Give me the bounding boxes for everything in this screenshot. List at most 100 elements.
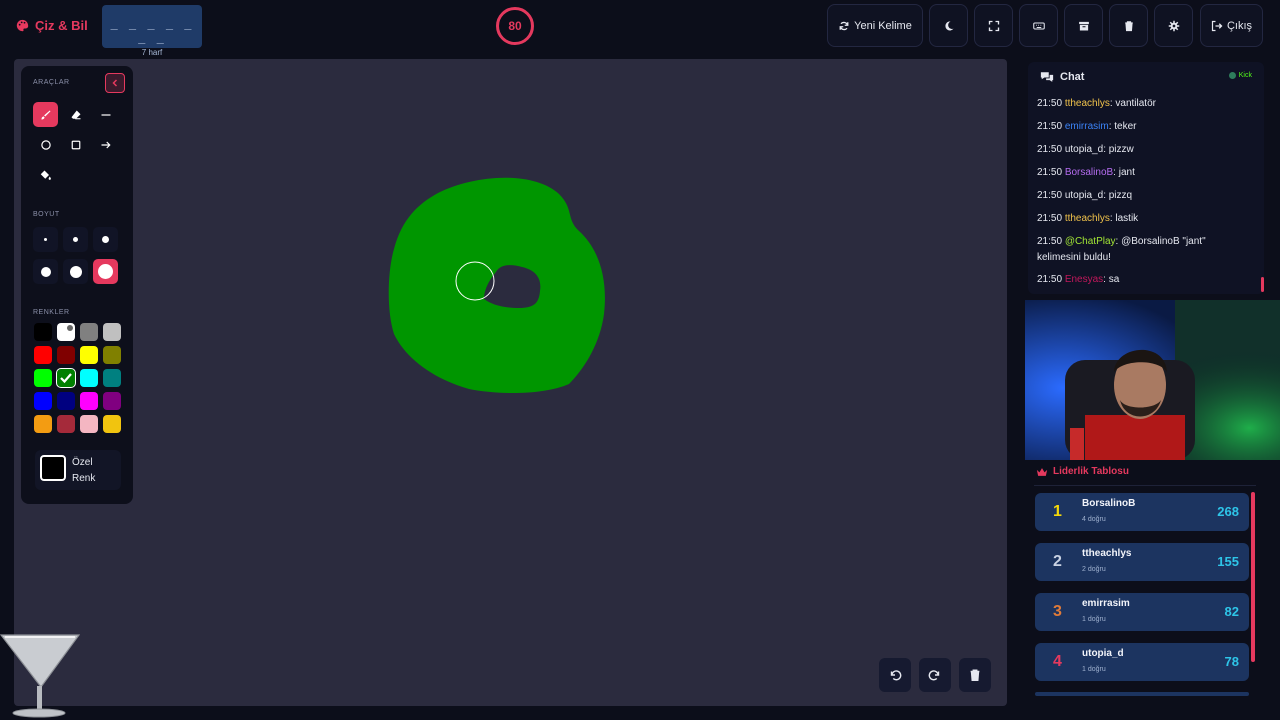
paint-bucket-icon <box>40 170 51 180</box>
leaderboard-player-name: ttheachlys <box>1082 548 1132 559</box>
color-swatch[interactable] <box>80 346 98 364</box>
crown-icon <box>1036 467 1048 476</box>
circle-icon <box>40 139 51 150</box>
color-swatch[interactable] <box>103 392 121 410</box>
redo-button[interactable] <box>919 658 951 692</box>
colors-section-title: RENKLER <box>33 309 70 316</box>
undo-button[interactable] <box>879 658 911 692</box>
size-option-6[interactable] <box>93 259 118 284</box>
chat-message: 21:50 emirrasim: teker <box>1037 119 1247 135</box>
message-text: : pizzq <box>1103 190 1133 201</box>
message-time: 21:50 <box>1037 98 1063 109</box>
brand: Çiz & Bil <box>16 18 88 33</box>
new-word-button[interactable]: Yeni Kelime <box>827 4 923 47</box>
color-swatch[interactable] <box>57 392 75 410</box>
color-swatch[interactable] <box>103 346 121 364</box>
color-swatch[interactable] <box>80 392 98 410</box>
message-username[interactable]: ttheachlys <box>1065 98 1110 109</box>
word-length: 7 harf <box>141 48 163 57</box>
drawing-layer <box>388 177 605 394</box>
color-swatch[interactable] <box>34 415 52 433</box>
color-swatch[interactable] <box>34 323 52 341</box>
custom-color-button[interactable]: Özel Renk <box>35 450 121 490</box>
redo-icon <box>928 670 940 681</box>
rectangle-tool[interactable] <box>63 132 88 157</box>
leaderboard-player-name: emirrasim <box>1082 598 1130 609</box>
tools-section-title: ARAÇLAR <box>33 79 70 86</box>
webcam-feed <box>1025 300 1280 460</box>
chat-message: 21:50 @ChatPlay: @BorsalinoB "jant" keli… <box>1037 234 1247 266</box>
size-option-2[interactable] <box>63 227 88 252</box>
message-username[interactable]: @ChatPlay <box>1065 236 1116 247</box>
leaderboard-row: 4 utopia_d 1 doğru 78 <box>1035 643 1249 681</box>
delete-button[interactable] <box>1109 4 1148 47</box>
eraser-tool[interactable] <box>63 102 88 127</box>
leaderboard-scrollbar[interactable] <box>1251 492 1255 662</box>
color-swatch[interactable] <box>103 369 121 387</box>
size-option-1[interactable] <box>33 227 58 252</box>
leaderboard-rank: 3 <box>1053 603 1062 620</box>
leaderboard-row-partial <box>1035 692 1249 696</box>
color-swatch[interactable] <box>34 369 52 387</box>
size-option-4[interactable] <box>33 259 58 284</box>
message-username[interactable]: Enesyas <box>1065 274 1103 285</box>
message-time: 21:50 <box>1037 274 1063 285</box>
settings-button[interactable] <box>1154 4 1193 47</box>
size-option-3[interactable] <box>93 227 118 252</box>
collapse-panel-button[interactable] <box>105 73 125 93</box>
size-option-5[interactable] <box>63 259 88 284</box>
size-section-title: BOYUT <box>33 211 60 218</box>
fill-tool[interactable] <box>33 162 58 187</box>
leaderboard-correct-count: 1 doğru <box>1082 616 1106 623</box>
brush-icon <box>41 110 50 119</box>
logout-icon <box>1211 20 1223 31</box>
size-dot <box>40 266 51 277</box>
color-swatch[interactable] <box>80 369 98 387</box>
chat-scrollbar[interactable] <box>1261 277 1264 292</box>
message-username[interactable]: BorsalinoB <box>1065 167 1113 178</box>
color-swatch[interactable] <box>57 346 75 364</box>
color-swatch[interactable] <box>56 368 76 388</box>
color-swatch[interactable] <box>103 323 121 341</box>
message-username[interactable]: utopia_d <box>1065 190 1103 201</box>
color-swatch[interactable] <box>34 392 52 410</box>
message-time: 21:50 <box>1037 190 1063 201</box>
check-icon <box>60 373 72 384</box>
line-tool[interactable] <box>93 102 118 127</box>
chevron-left-icon <box>112 79 118 87</box>
message-username[interactable]: emirrasim <box>1065 121 1109 132</box>
color-swatch[interactable] <box>80 323 98 341</box>
color-swatch[interactable] <box>103 415 121 433</box>
theme-toggle-button[interactable] <box>929 4 968 47</box>
eyedropper-icon <box>67 325 73 331</box>
circle-tool[interactable] <box>33 132 58 157</box>
app-title: Çiz & Bil <box>35 18 88 33</box>
arrow-tool[interactable] <box>93 132 118 157</box>
message-text: : teker <box>1108 121 1137 132</box>
color-swatch[interactable] <box>34 346 52 364</box>
new-word-label: Yeni Kelime <box>854 19 912 32</box>
message-text: : vantilatör <box>1109 98 1156 109</box>
color-swatch[interactable] <box>57 323 75 341</box>
trash-icon <box>970 669 980 681</box>
expand-icon <box>988 20 999 31</box>
leaderboard-correct-count: 2 doğru <box>1082 566 1106 573</box>
fullscreen-button[interactable] <box>974 4 1013 47</box>
message-username[interactable]: ttheachlys <box>1065 213 1110 224</box>
message-text: : @BorsalinoB "jant" kelimesini buldu! <box>1037 236 1206 263</box>
color-swatch[interactable] <box>80 415 98 433</box>
chat-message: 21:50 Enesyas: sa <box>1037 272 1247 288</box>
clear-canvas-button[interactable] <box>959 658 991 692</box>
green-ring-stroke <box>388 177 605 394</box>
message-time: 21:50 <box>1037 213 1063 224</box>
drawing-canvas[interactable] <box>14 59 1007 706</box>
keyboard-button[interactable] <box>1019 4 1058 47</box>
archive-button[interactable] <box>1064 4 1103 47</box>
martini-glass-overlay <box>0 634 80 718</box>
message-username[interactable]: utopia_d <box>1065 144 1103 155</box>
exit-button[interactable]: Çıkış <box>1200 4 1263 47</box>
color-swatch[interactable] <box>57 415 75 433</box>
message-time: 21:50 <box>1037 236 1063 247</box>
timer-value: 80 <box>508 19 522 33</box>
brush-tool[interactable] <box>33 102 58 127</box>
